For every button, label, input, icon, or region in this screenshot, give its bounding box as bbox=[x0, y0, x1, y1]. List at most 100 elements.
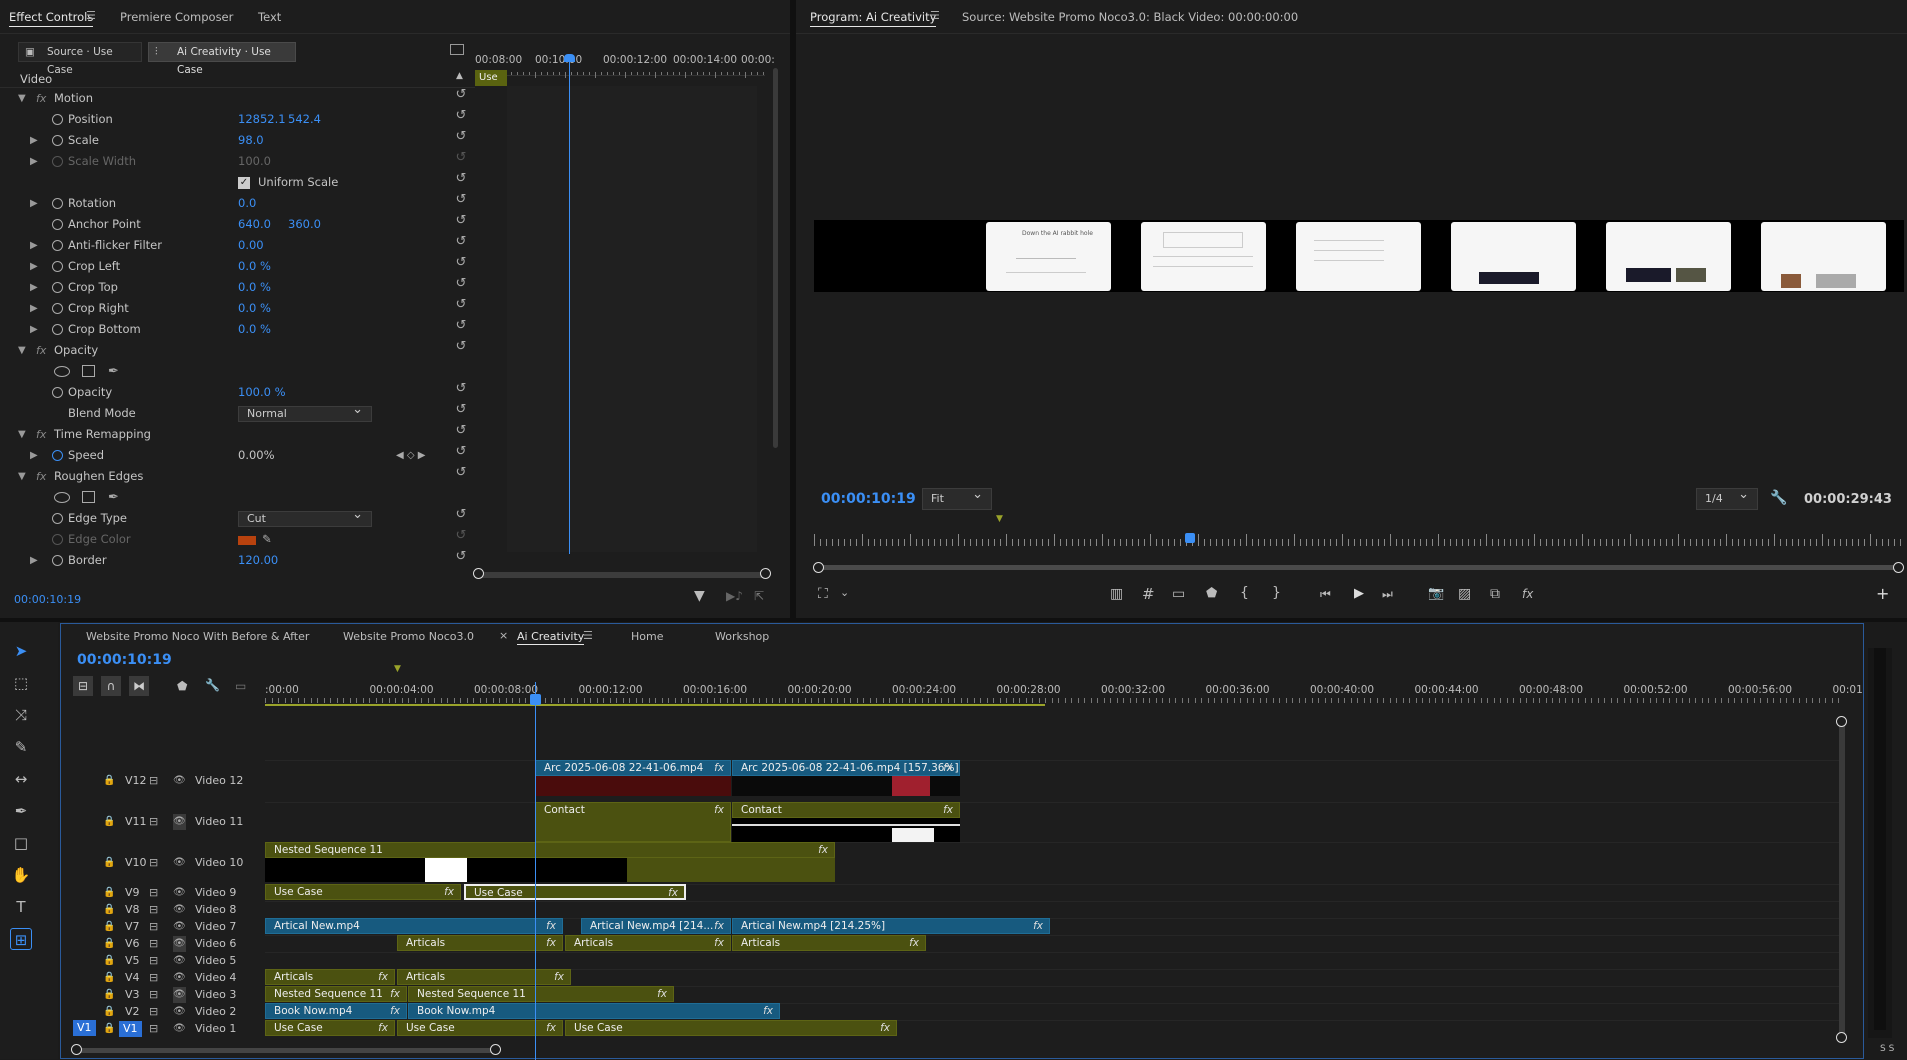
clip-v7-artical-2[interactable]: Artical New.mp4 [214... fx bbox=[581, 918, 731, 934]
fx-badge[interactable]: fx bbox=[444, 885, 454, 899]
lock-icon[interactable]: 🔒 bbox=[103, 919, 115, 935]
fit-dropdown[interactable]: Fit bbox=[922, 485, 992, 510]
eye-icon[interactable]: 👁 bbox=[173, 970, 186, 986]
track-header-v9[interactable]: 🔒 V9 ⊟ 👁 Video 9 bbox=[61, 885, 265, 901]
clip-v3-nested-1[interactable]: Nested Sequence 11 fx bbox=[265, 986, 407, 1002]
property-value[interactable]: 0.0 bbox=[238, 193, 256, 214]
fx-badge[interactable]: fx bbox=[668, 886, 678, 898]
grid-icon[interactable]: # bbox=[1142, 585, 1155, 603]
ellipse-mask-icon[interactable] bbox=[54, 366, 70, 377]
stopwatch-icon[interactable] bbox=[52, 450, 63, 461]
clip-v12-arc-1[interactable]: Arc 2025-06-08 22-41-06.mp4 fx bbox=[535, 760, 731, 776]
safe-margins-icon[interactable]: ⛶ bbox=[818, 586, 828, 602]
clip-v11-contact-2[interactable]: Contact fx bbox=[732, 802, 960, 818]
reset-icon[interactable]: ↺ bbox=[453, 550, 469, 564]
track-target[interactable]: V10 bbox=[125, 855, 147, 871]
meter-solo-label[interactable]: S S bbox=[1880, 1044, 1894, 1054]
sync-lock-icon[interactable]: ⊟ bbox=[149, 987, 158, 1003]
program-playhead[interactable] bbox=[1185, 533, 1195, 543]
reset-icon[interactable]: ↺ bbox=[453, 529, 469, 543]
track-header-v6[interactable]: 🔒 V6 ⊟ 👁 Video 6 bbox=[61, 935, 265, 952]
expand-chevron-icon[interactable]: ▼ bbox=[18, 340, 26, 361]
fx-badge[interactable]: fx bbox=[554, 970, 564, 984]
property-value[interactable]: 100.0 % bbox=[238, 382, 286, 403]
timeline-playhead-handle[interactable] bbox=[530, 694, 541, 705]
clip-v1-use-case-1[interactable]: Use Case fx bbox=[265, 1020, 395, 1036]
sync-lock-icon[interactable]: ⊟ bbox=[149, 953, 158, 969]
track-target[interactable]: V3 bbox=[125, 987, 140, 1003]
track-lane[interactable] bbox=[265, 952, 1839, 969]
property-row[interactable]: Blend Mode Normal ↺ bbox=[0, 403, 475, 424]
program-timecode[interactable]: 00:00:10:19 bbox=[821, 491, 916, 507]
tab-premiere-composer[interactable]: Premiere Composer bbox=[120, 10, 233, 24]
mark-out-icon[interactable]: } bbox=[1272, 585, 1281, 601]
property-row[interactable]: ▶ Scale 98.0 ↺ bbox=[0, 130, 475, 151]
property-value[interactable]: 0.0 % bbox=[238, 298, 271, 319]
reset-icon[interactable]: ↺ bbox=[453, 508, 469, 522]
source-patch-v1[interactable]: V1 bbox=[73, 1020, 96, 1036]
property-value[interactable]: 0.0 % bbox=[238, 256, 271, 277]
tab-source[interactable]: Source: Website Promo Noco3.0: Black Vid… bbox=[962, 10, 1298, 24]
fx-toggle-icon[interactable]: fx bbox=[36, 340, 46, 361]
sync-lock-icon[interactable]: ⊟ bbox=[149, 936, 158, 952]
reset-icon[interactable]: ↺ bbox=[453, 172, 469, 186]
clip-v1-use-case-3[interactable]: Use Case fx bbox=[565, 1020, 897, 1036]
lock-icon[interactable]: 🔒 bbox=[103, 987, 115, 1003]
track-header-v2[interactable]: 🔒 V2 ⊟ 👁 Video 2 bbox=[61, 1004, 265, 1020]
timeline-hscroll-left[interactable] bbox=[71, 1044, 82, 1055]
reset-icon[interactable]: ↺ bbox=[453, 445, 469, 459]
reset-icon[interactable]: ↺ bbox=[453, 277, 469, 291]
stopwatch-icon[interactable] bbox=[52, 303, 63, 314]
lock-icon[interactable]: 🔒 bbox=[103, 885, 115, 901]
property-row[interactable]: ▶ Speed 0.00% ◀ ◇ ▶ ↺ bbox=[0, 445, 475, 466]
clip-v11-contact-1[interactable]: Contact fx bbox=[535, 802, 731, 842]
eye-icon[interactable]: 👁 bbox=[173, 902, 186, 918]
edge-color-swatch[interactable] bbox=[238, 536, 256, 545]
reset-icon[interactable]: ↺ bbox=[453, 466, 469, 480]
eye-hidden-icon[interactable]: 👁 bbox=[173, 814, 186, 830]
clip-v2-book-now-2[interactable]: Book Now.mp4 fx bbox=[408, 1003, 780, 1019]
timeline-vscroll-top[interactable] bbox=[1836, 716, 1847, 727]
fx-toggle-icon[interactable]: fx bbox=[36, 424, 46, 445]
panel-menu-icon[interactable]: ☰ bbox=[86, 9, 96, 22]
uniform-scale-checkbox[interactable]: ✓ bbox=[238, 177, 250, 189]
property-value[interactable]: 0.00 bbox=[238, 235, 264, 256]
expand-chevron-icon[interactable]: ▶ bbox=[30, 298, 38, 319]
reset-icon[interactable]: ↺ bbox=[453, 340, 469, 354]
timeline-vscroll-bottom[interactable] bbox=[1836, 1032, 1847, 1043]
ec-playhead[interactable] bbox=[569, 56, 570, 554]
lock-icon[interactable]: 🔒 bbox=[103, 855, 115, 871]
reset-icon[interactable]: ↺ bbox=[453, 193, 469, 207]
tab-program[interactable]: Program: Ai Creativity bbox=[810, 10, 937, 27]
source-clip-button[interactable]: ▣ Source · Use Case bbox=[18, 42, 142, 76]
property-row[interactable]: ▶ Rotation 0.0 ↺ bbox=[0, 193, 475, 214]
expand-chevron-icon[interactable]: ▶ bbox=[30, 193, 38, 214]
reset-icon[interactable]: ↺ bbox=[453, 319, 469, 333]
reset-icon[interactable]: ↺ bbox=[453, 403, 469, 417]
eye-icon[interactable]: 👁 bbox=[173, 855, 186, 871]
reset-icon[interactable]: ↺ bbox=[453, 256, 469, 270]
filter-icon[interactable]: ▼ bbox=[694, 588, 705, 604]
clip-v6-articals-2[interactable]: Articals fx bbox=[565, 935, 731, 951]
clip-v2-book-now-1[interactable]: Book Now.mp4 fx bbox=[265, 1003, 407, 1019]
frame-icon[interactable]: ▭ bbox=[1172, 586, 1185, 602]
track-header-v8[interactable]: 🔒 V8 ⊟ 👁 Video 8 bbox=[61, 902, 265, 918]
reset-icon[interactable]: ↺ bbox=[453, 151, 469, 165]
track-header-v4[interactable]: 🔒 V4 ⊟ 👁 Video 4 bbox=[61, 970, 265, 986]
fx-badge[interactable]: fx bbox=[714, 761, 724, 775]
property-value[interactable]: 0.0 % bbox=[238, 277, 271, 298]
play-audio-icon[interactable]: ▶♪ bbox=[726, 589, 743, 603]
eye-icon[interactable]: 👁 bbox=[173, 773, 186, 789]
fx-badge[interactable]: fx bbox=[880, 1021, 890, 1035]
clip-v7-artical-1[interactable]: Artical New.mp4 fx bbox=[265, 918, 563, 934]
play-icon[interactable]: ▶ bbox=[1354, 586, 1364, 601]
fx-badge[interactable]: fx bbox=[818, 843, 828, 857]
add-marker-icon[interactable]: ▥ bbox=[1110, 586, 1123, 602]
property-row[interactable]: Edge Color ✎ ↺ bbox=[0, 529, 475, 550]
sync-lock-icon[interactable]: ⊟ bbox=[149, 855, 158, 871]
stopwatch-icon[interactable] bbox=[52, 219, 63, 230]
hand-icon[interactable]: ✋ bbox=[10, 864, 32, 886]
expand-chevron-icon[interactable]: ▶ bbox=[30, 235, 38, 256]
eye-hidden-icon[interactable]: 👁 bbox=[173, 935, 186, 952]
clip-v6-articals-3[interactable]: Articals fx bbox=[732, 935, 926, 951]
